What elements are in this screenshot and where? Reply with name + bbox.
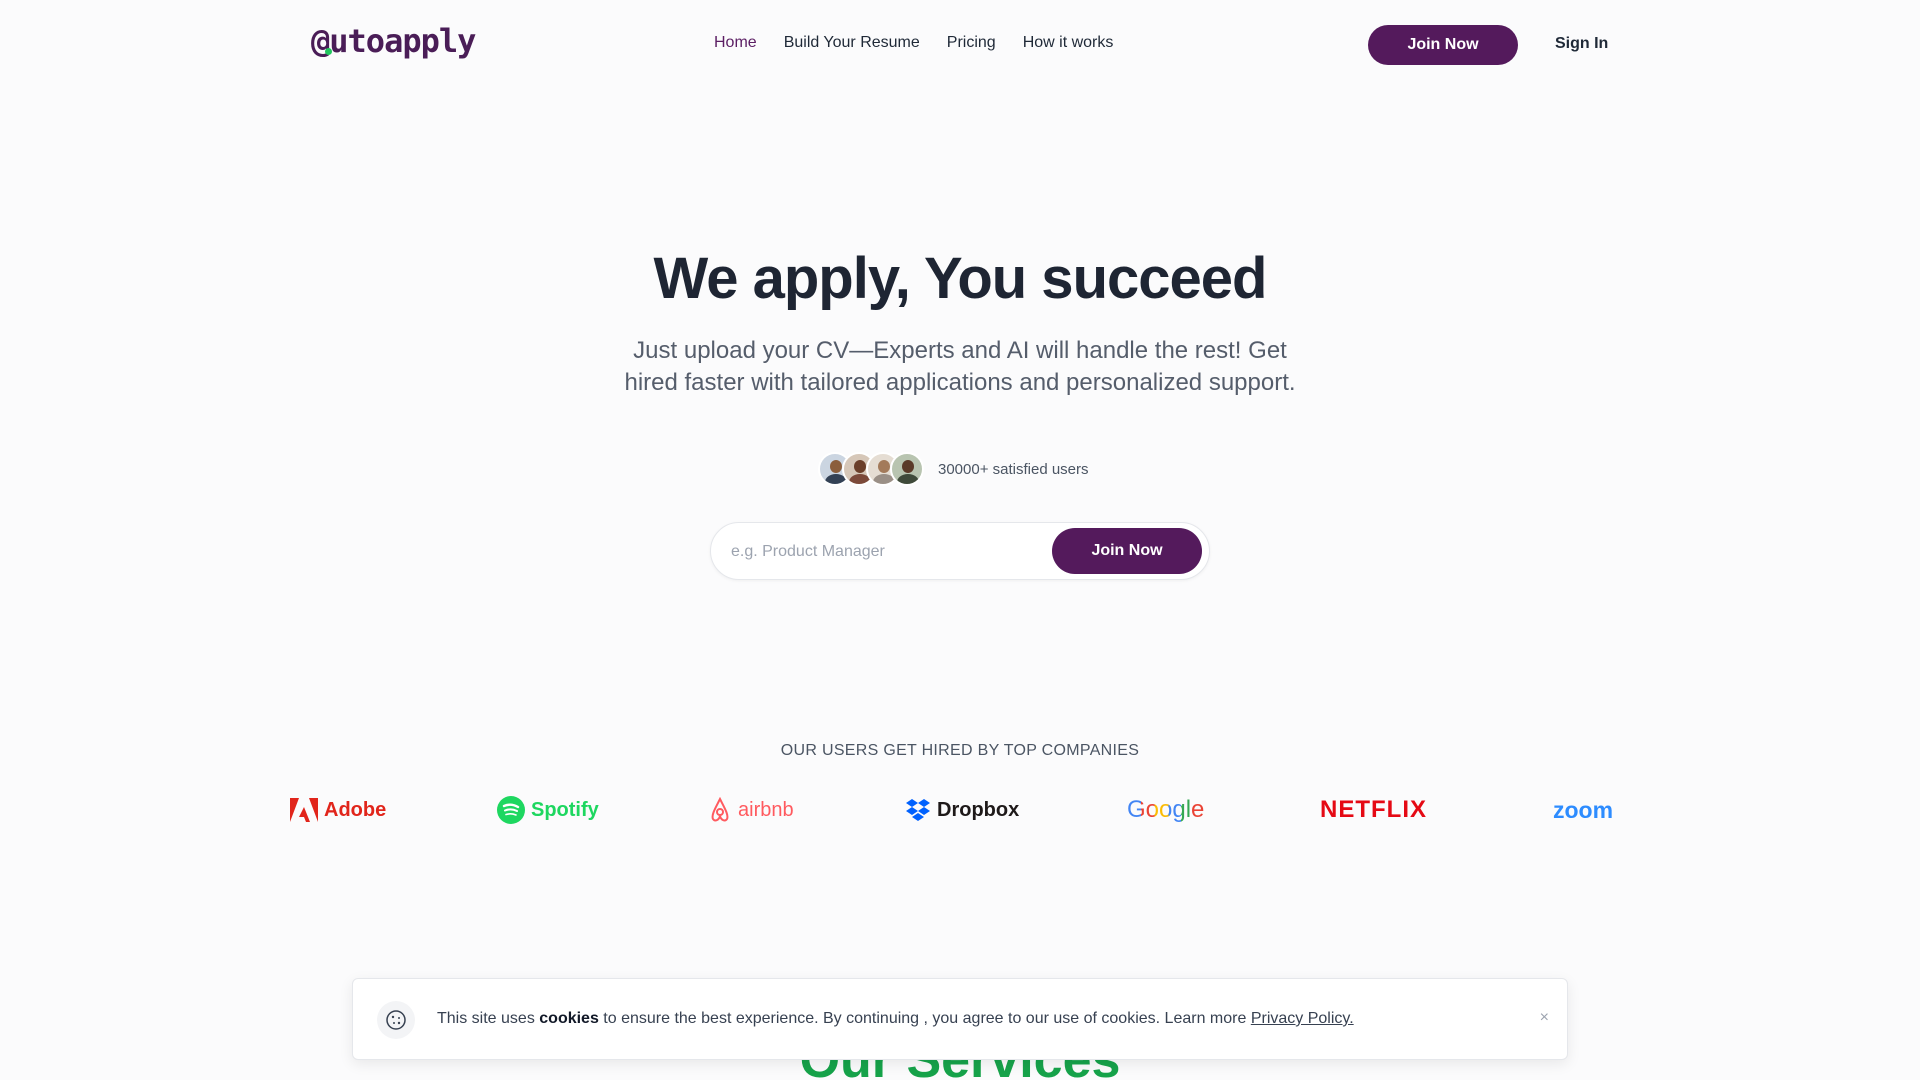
nav-link-home[interactable]: Home <box>714 34 757 52</box>
spotify-wordmark: Spotify <box>531 798 599 821</box>
logo-dot-icon <box>325 48 332 55</box>
privacy-policy-link[interactable]: Privacy Policy. <box>1251 1010 1354 1027</box>
logo-text: utoapply <box>329 22 476 60</box>
cookie-text-start: This site uses <box>437 1010 540 1027</box>
cookie-text-bold: cookies <box>539 1010 599 1027</box>
job-search-form: Join Now <box>710 522 1210 580</box>
netflix-logo: NETFLIX <box>1320 790 1427 830</box>
cookie-message: This site uses cookies to ensure the bes… <box>437 1010 1354 1028</box>
cookie-banner: This site uses cookies to ensure the bes… <box>352 978 1568 1060</box>
company-logos: Adobe Spotify airbnb Dropbox Google NETF… <box>0 790 1920 830</box>
google-wordmark: Google <box>1127 796 1205 823</box>
airbnb-icon <box>711 797 729 822</box>
join-now-button-nav[interactable]: Join Now <box>1368 25 1518 65</box>
zoom-logo: zoom <box>1553 790 1613 830</box>
nav-links: Home Build Your Resume Pricing How it wo… <box>714 34 1113 52</box>
nav-link-pricing[interactable]: Pricing <box>947 34 996 52</box>
airbnb-logo: airbnb <box>708 790 794 830</box>
nav-link-build-resume[interactable]: Build Your Resume <box>784 34 920 52</box>
hero-subtitle: Just upload your CV—Experts and AI will … <box>624 337 1296 396</box>
spotify-icon <box>497 796 525 824</box>
satisfied-users: 30000+ satisfied users <box>818 451 1089 487</box>
zoom-wordmark: zoom <box>1553 796 1614 823</box>
adobe-logo: Adobe <box>290 790 386 830</box>
spotify-logo: Spotify <box>497 790 599 830</box>
netflix-wordmark: NETFLIX <box>1320 796 1427 823</box>
dropbox-icon <box>906 799 930 821</box>
adobe-wordmark: Adobe <box>324 798 387 821</box>
cookie-text-end: to ensure the best experience. By contin… <box>598 1010 1251 1027</box>
users-count-text: 30000+ satisfied users <box>938 460 1089 478</box>
user-avatars <box>818 452 924 486</box>
avatar <box>890 452 924 486</box>
close-icon[interactable]: × <box>1540 1009 1549 1027</box>
airbnb-wordmark: airbnb <box>738 798 794 821</box>
job-title-input[interactable] <box>731 537 1031 567</box>
top-navbar: @utoapply Home Build Your Resume Pricing… <box>0 0 1920 90</box>
adobe-icon <box>290 798 318 822</box>
nav-link-how-it-works[interactable]: How it works <box>1023 34 1114 52</box>
dropbox-logo: Dropbox <box>905 790 1019 830</box>
sign-in-link[interactable]: Sign In <box>1555 35 1608 53</box>
google-logo: Google <box>1127 790 1204 830</box>
hero-title: We apply, You succeed <box>653 246 1268 311</box>
dropbox-wordmark: Dropbox <box>937 798 1020 821</box>
join-now-button-hero[interactable]: Join Now <box>1052 528 1202 574</box>
cookie-icon <box>377 1001 415 1039</box>
autoapply-logo[interactable]: @utoapply <box>311 22 476 60</box>
companies-label: OUR USERS GET HIRED BY TOP COMPANIES <box>780 742 1140 759</box>
